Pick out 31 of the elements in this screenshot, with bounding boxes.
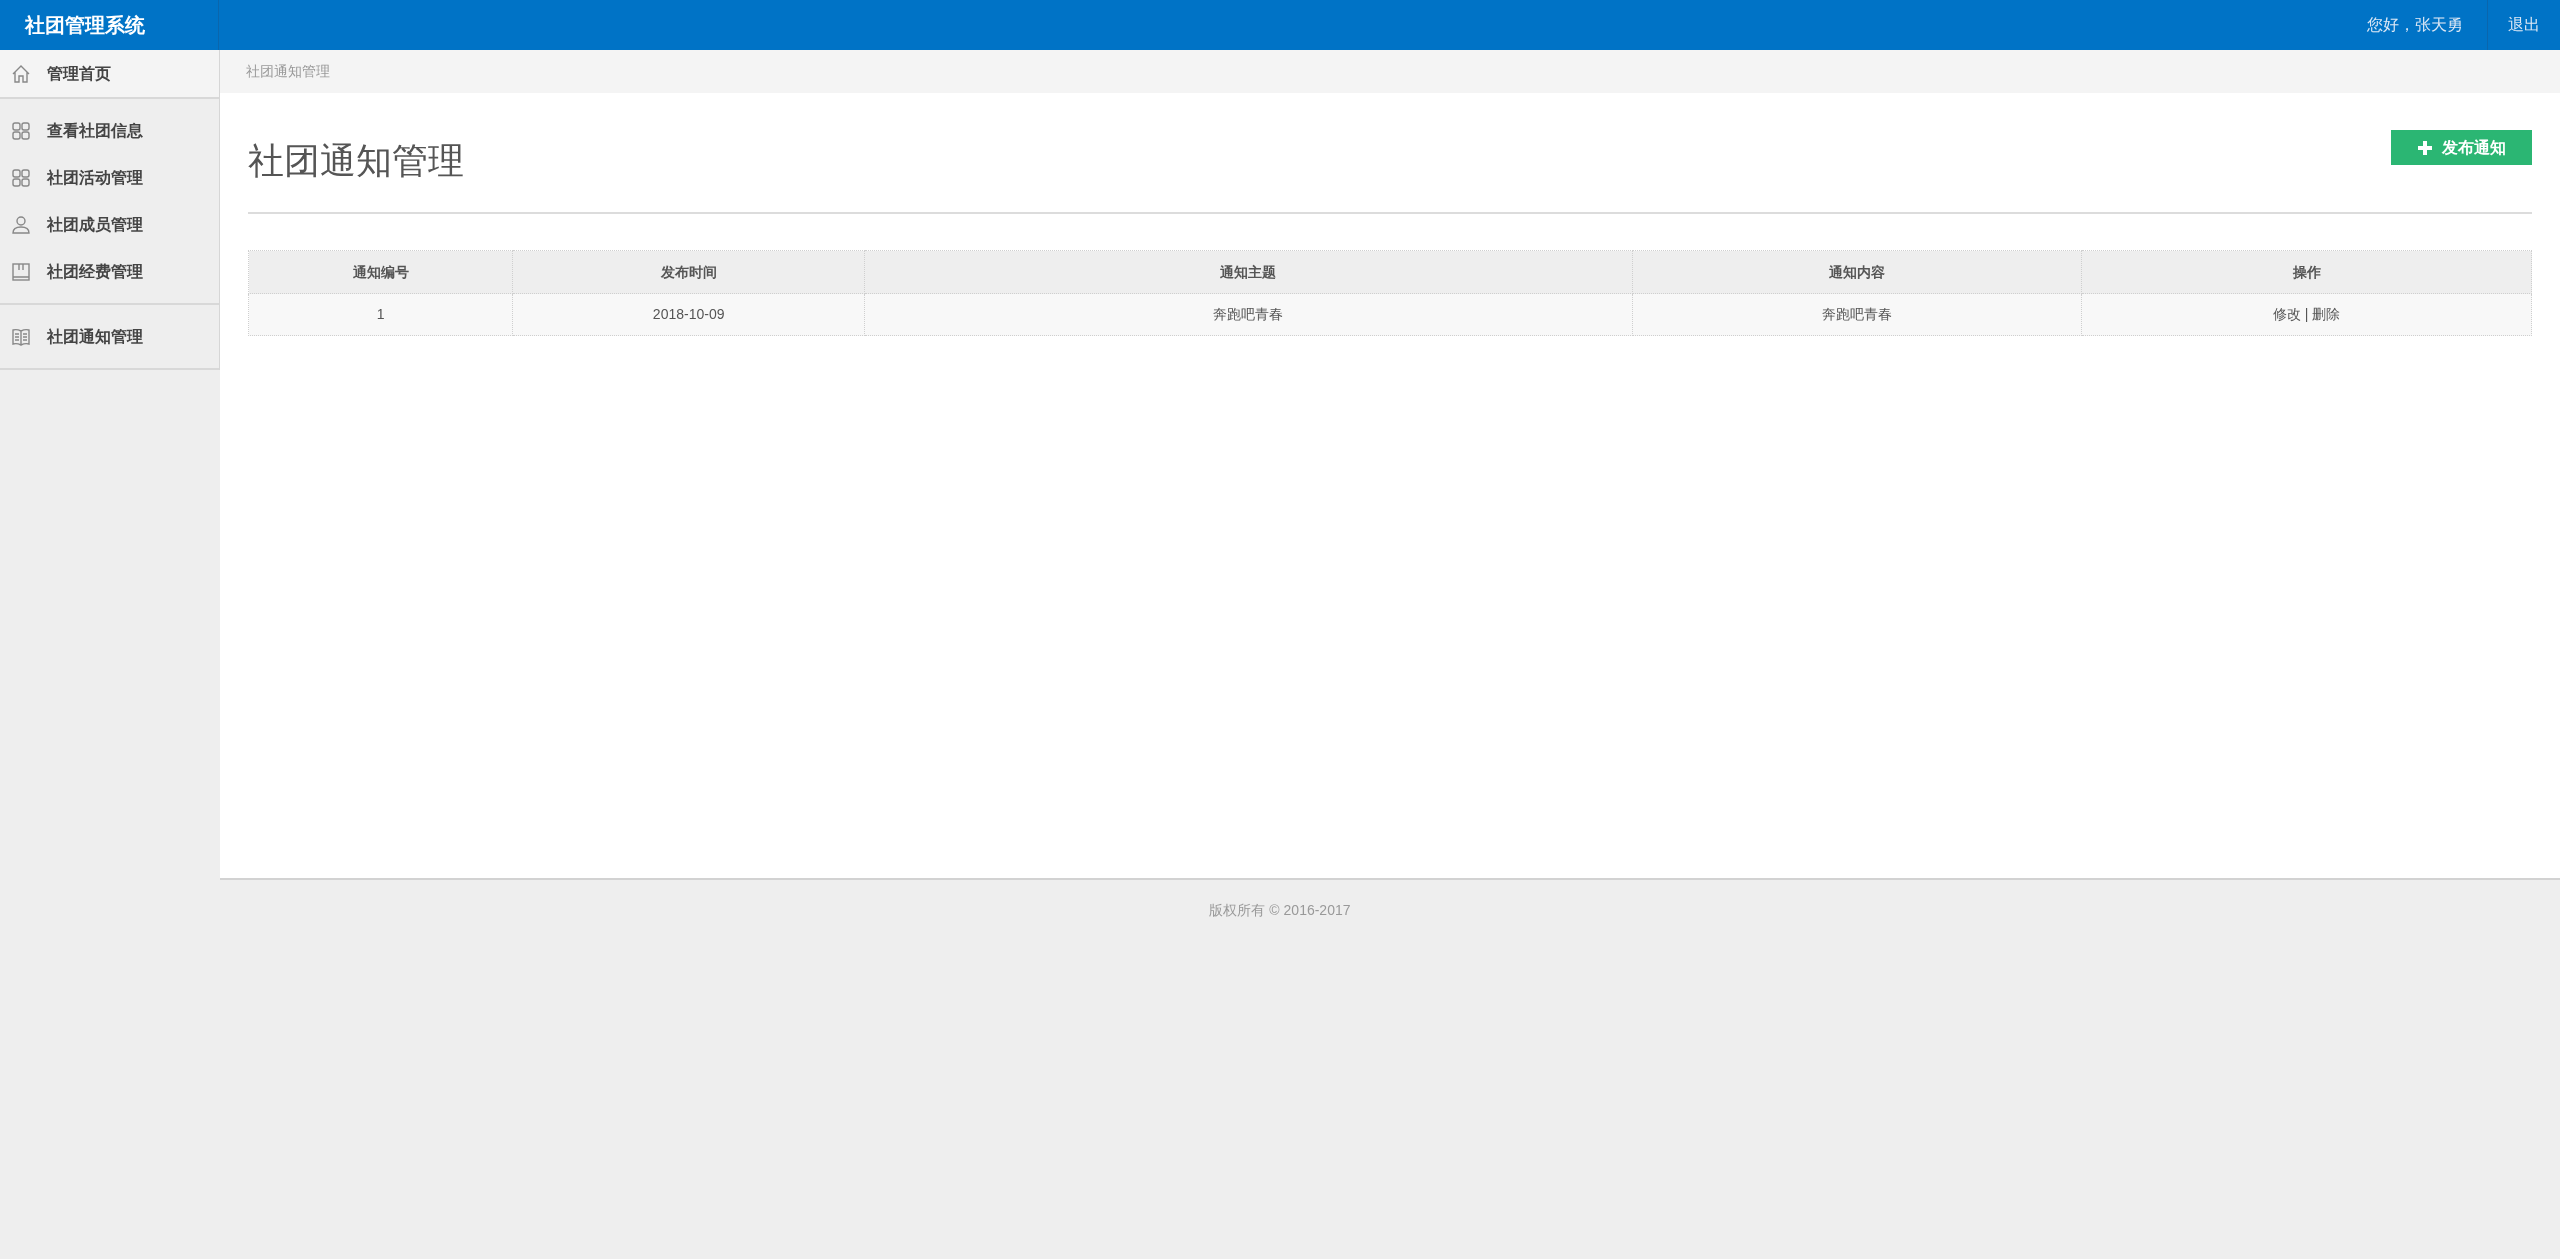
book-icon [11,261,31,282]
separator: | [2303,306,2310,322]
sidebar-item[interactable]: 查看社团信息 [0,107,219,154]
user-greeting: 您好，张天勇 [2367,15,2464,35]
column-header: 通知主题 [864,250,1633,294]
column-header: 发布时间 [512,250,865,294]
sidebar-item[interactable]: 社团成员管理 [0,201,219,248]
page-title: 社团通知管理 [248,139,464,183]
open-book-icon [11,326,31,347]
logout-link[interactable]: 退出 [2508,13,2540,37]
plus-icon [2417,140,2432,155]
column-header: 操作 [2081,250,2532,294]
column-header: 通知内容 [1632,250,2082,294]
user-icon [11,214,31,235]
table-cell: 奔跑吧青春 [864,293,1633,336]
sidebar-item[interactable]: 社团活动管理 [0,154,219,201]
sidebar-item[interactable]: 社团经费管理 [0,248,219,295]
home-icon [11,63,31,84]
grid-icon [11,120,31,141]
table-cell: 奔跑吧青春 [1632,293,2082,336]
column-header: 通知编号 [248,250,513,294]
table-cell: 1 [248,293,513,336]
edit-link[interactable]: 修改 [2272,306,2301,322]
app-title: 社团管理系统 [25,13,145,38]
sidebar-item[interactable]: 管理首页 [0,50,219,97]
table-cell: 2018-10-09 [512,293,865,336]
grid-icon [11,167,31,188]
sidebar-item[interactable]: 社团通知管理 [0,313,219,360]
delete-link[interactable]: 删除 [2312,306,2341,322]
breadcrumb: 社团通知管理 [246,62,330,81]
copyright-text: 版权所有 © 2016-2017 [1209,901,1351,920]
